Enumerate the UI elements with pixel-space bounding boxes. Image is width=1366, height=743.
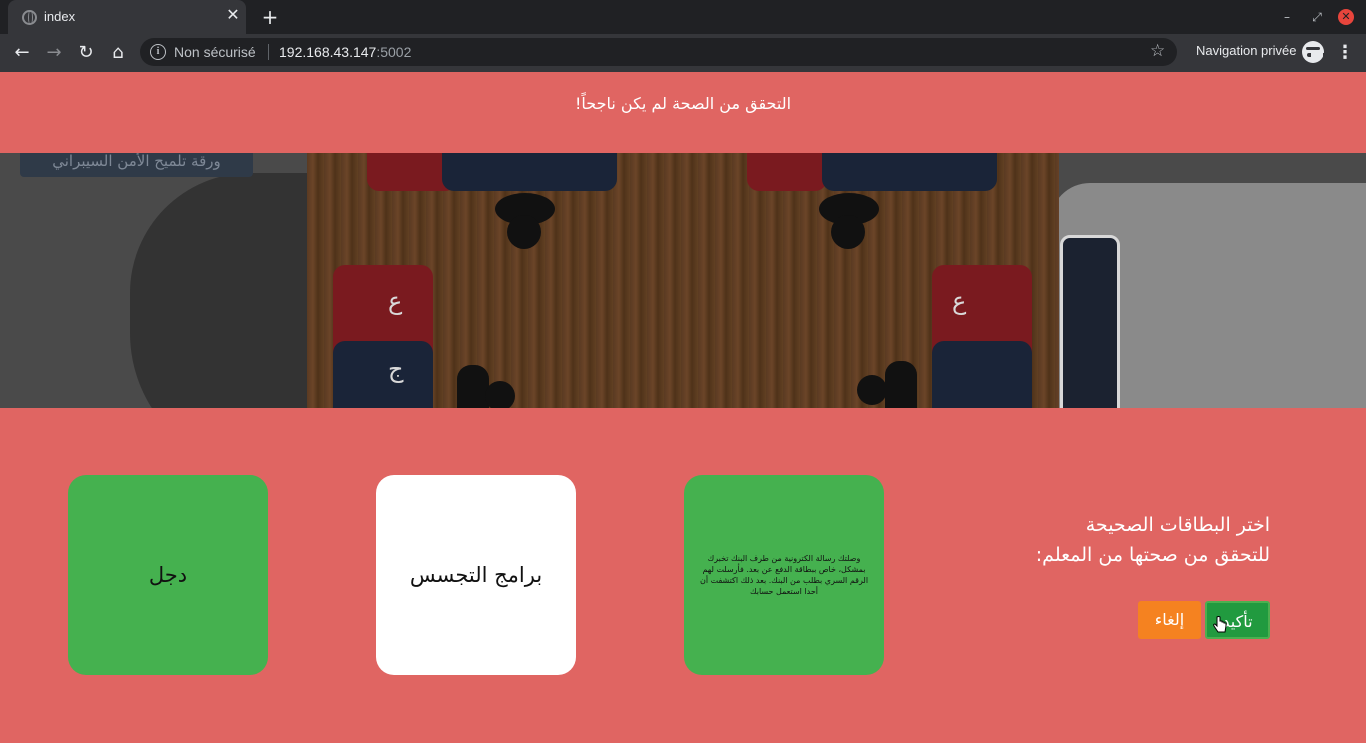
wooden-board: ج ب ج ب ع ج ع — [307, 153, 1059, 408]
card-text: وصلتك رسالة الكترونية من طرف البنك تخبرك… — [699, 554, 869, 596]
hand-cursor-icon — [1213, 616, 1227, 633]
restore-icon[interactable]: ⤢ — [1307, 7, 1327, 27]
board-card — [747, 153, 827, 191]
board-card: ج ب — [822, 153, 997, 191]
board-card: ج — [333, 341, 433, 408]
browser-tabstrip: index ✕ + – ⤢ ✕ — [0, 0, 1366, 34]
security-label[interactable]: Non sécurisé — [174, 44, 256, 60]
board-piece — [885, 361, 917, 408]
cybersecurity-tips-button[interactable]: ورقة تلميح الأمن السيبراني — [20, 153, 253, 177]
browser-menu-icon[interactable]: ⋮ — [1336, 41, 1354, 65]
url-text[interactable]: 192.168.43.147:5002 — [279, 44, 411, 60]
answer-card[interactable]: دجل — [68, 475, 268, 675]
address-bar[interactable]: i Non sécurisé 192.168.43.147:5002 ☆ — [140, 38, 1177, 66]
board-card: ج ب — [442, 153, 617, 191]
board-piece — [831, 215, 865, 249]
answer-card[interactable]: برامج التجسس — [376, 475, 576, 675]
board-piece — [507, 215, 541, 249]
private-browsing-label: Navigation privée — [1196, 43, 1297, 58]
divider — [268, 44, 269, 60]
card-text: دجل — [148, 563, 188, 587]
board-piece — [857, 375, 887, 405]
question-line: اختر البطاقات الصحيحة — [1085, 514, 1270, 536]
minimize-icon[interactable]: – — [1277, 7, 1297, 27]
new-tab-button[interactable]: + — [259, 6, 281, 28]
home-icon[interactable]: ⌂ — [106, 41, 130, 65]
cancel-button[interactable]: إلغاء — [1138, 601, 1201, 639]
quiz-question: اختر البطاقات الصحيحة للتحقق من صحتها من… — [960, 510, 1270, 570]
browser-toolbar: ← → ↻ ⌂ i Non sécurisé 192.168.43.147:50… — [0, 34, 1366, 72]
hero-image: ج ب ج ب ع ج ع ورقة تلميح الأمن السيبراني — [0, 153, 1366, 408]
tab-close-icon[interactable]: ✕ — [224, 6, 242, 24]
back-icon[interactable]: ← — [10, 41, 34, 65]
answer-card[interactable]: وصلتك رسالة الكترونية من طرف البنك تخبرك… — [684, 475, 884, 675]
browser-tab[interactable]: index ✕ — [8, 0, 246, 34]
incognito-icon[interactable] — [1302, 41, 1327, 63]
board-piece — [457, 365, 489, 408]
board-card — [932, 341, 1032, 408]
card-text: برامج التجسس — [409, 563, 543, 587]
background-device — [1060, 235, 1120, 408]
tab-title: index — [44, 9, 76, 24]
forward-icon[interactable]: → — [42, 41, 66, 65]
board-piece — [485, 381, 515, 408]
question-line: للتحقق من صحتها من المعلم: — [1035, 544, 1270, 566]
error-alert: التحقق من الصحة لم يكن ناجحاً! — [0, 72, 1366, 153]
globe-icon — [22, 10, 37, 25]
alert-message: التحقق من الصحة لم يكن ناجحاً! — [574, 94, 792, 113]
info-icon[interactable]: i — [150, 44, 166, 60]
reload-icon[interactable]: ↻ — [74, 41, 98, 65]
window-close-icon[interactable]: ✕ — [1338, 9, 1354, 25]
bookmark-star-icon[interactable]: ☆ — [1150, 41, 1165, 61]
